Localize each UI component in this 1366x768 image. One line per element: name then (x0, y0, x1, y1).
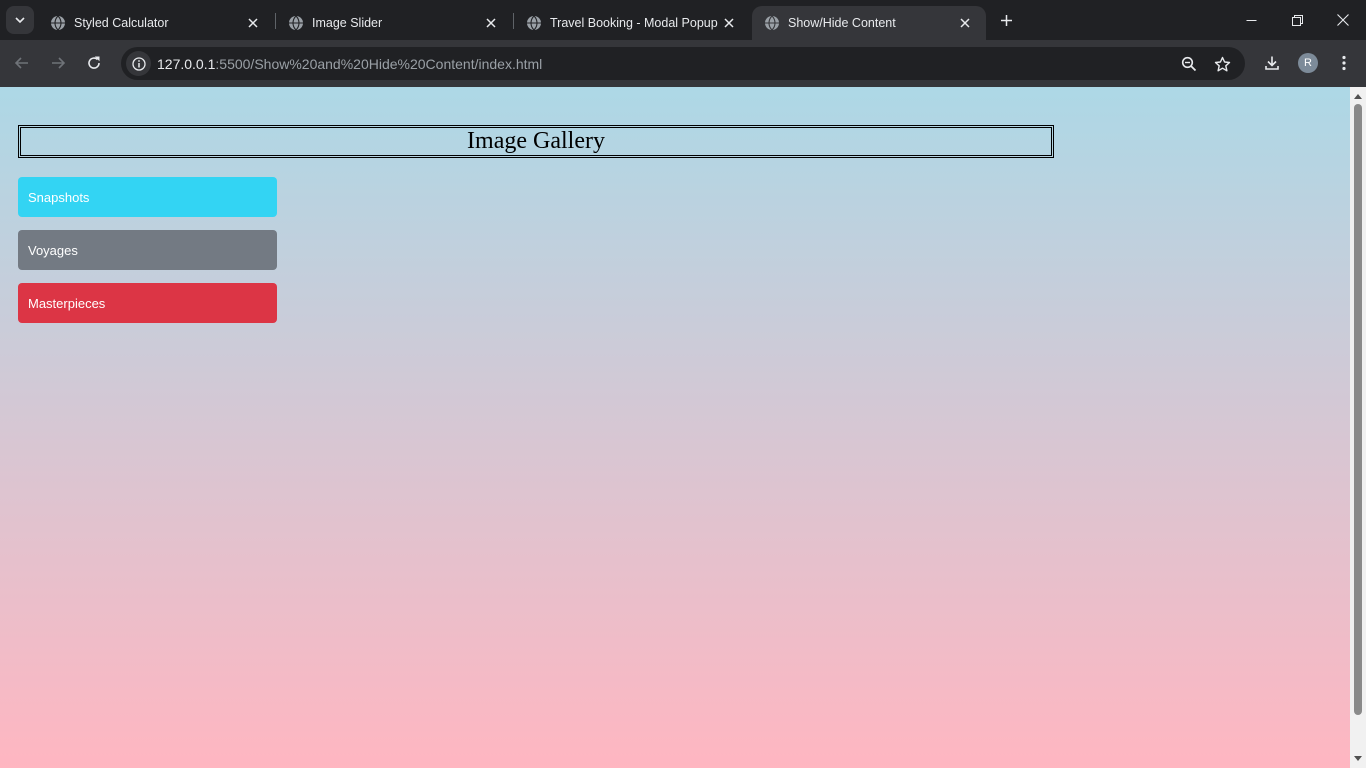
globe-icon (51, 15, 65, 31)
restore-button[interactable] (1274, 0, 1320, 40)
close-window-button[interactable] (1320, 0, 1366, 40)
minimize-button[interactable] (1228, 0, 1274, 40)
zoom-out-icon (1181, 56, 1197, 72)
close-icon (248, 18, 258, 28)
arrow-right-icon (52, 57, 66, 69)
profile-avatar[interactable]: R (1298, 53, 1318, 73)
close-tab-button[interactable] (482, 14, 500, 32)
address-bar[interactable]: 127.0.0.1:5500/Show%20and%20Hide%20Conte… (121, 47, 1245, 80)
minimize-icon (1246, 19, 1256, 21)
scroll-thumb[interactable] (1354, 104, 1362, 715)
tab-show-hide-content[interactable]: Show/Hide Content (752, 6, 986, 40)
downloads-button[interactable] (1261, 52, 1283, 74)
new-tab-button[interactable] (994, 8, 1018, 32)
globe-icon (527, 15, 541, 31)
tab-travel-booking[interactable]: Travel Booking - Modal Popup (514, 6, 750, 40)
tab-title: Styled Calculator (74, 16, 169, 30)
tab-title: Image Slider (312, 16, 383, 30)
close-icon (1337, 14, 1349, 26)
masterpieces-button[interactable]: Masterpieces (18, 283, 277, 323)
close-tab-button[interactable] (720, 14, 738, 32)
more-vertical-icon (1342, 55, 1346, 71)
page-title: Image Gallery (18, 125, 1054, 158)
close-tab-button[interactable] (244, 14, 262, 32)
chevron-down-icon (15, 17, 25, 24)
bookmark-button[interactable] (1211, 53, 1233, 75)
back-button[interactable] (8, 49, 36, 77)
url-path: :5500/Show%20and%20Hide%20Content/index.… (215, 56, 543, 72)
plus-icon (1000, 14, 1012, 26)
menu-button[interactable] (1333, 52, 1355, 74)
scroll-down-arrow[interactable] (1354, 756, 1362, 761)
star-icon (1214, 56, 1230, 71)
arrow-left-icon (14, 57, 28, 69)
tab-styled-calculator[interactable]: Styled Calculator (38, 6, 274, 40)
reload-icon (88, 56, 100, 69)
globe-icon (289, 15, 303, 31)
close-icon (724, 18, 734, 28)
voyages-button[interactable]: Voyages (18, 230, 277, 270)
forward-button[interactable] (44, 49, 72, 77)
tab-strip: Styled Calculator Image Slider Travel Bo… (0, 0, 1366, 40)
url-host: 127.0.0.1 (157, 56, 216, 72)
close-icon (486, 18, 496, 28)
tab-search-button[interactable] (6, 6, 34, 34)
tab-title: Show/Hide Content (788, 16, 896, 30)
tab-image-slider[interactable]: Image Slider (276, 6, 512, 40)
browser-toolbar: 127.0.0.1:5500/Show%20and%20Hide%20Conte… (0, 40, 1366, 87)
reload-button[interactable] (80, 49, 108, 77)
close-icon (960, 18, 970, 28)
close-tab-button[interactable] (956, 14, 974, 32)
zoom-button[interactable] (1178, 53, 1200, 75)
page-viewport: Image Gallery Snapshots Voyages Masterpi… (0, 87, 1350, 768)
page-scrollbar[interactable] (1350, 87, 1366, 768)
snapshots-button[interactable]: Snapshots (18, 177, 277, 217)
scroll-up-arrow[interactable] (1354, 94, 1362, 99)
restore-icon (1291, 14, 1303, 26)
tab-title: Travel Booking - Modal Popup (550, 16, 718, 30)
info-icon (131, 56, 146, 71)
url-text[interactable]: 127.0.0.1:5500/Show%20and%20Hide%20Conte… (157, 56, 542, 72)
site-info-button[interactable] (126, 51, 151, 76)
download-icon (1265, 56, 1279, 70)
globe-icon (765, 15, 779, 31)
